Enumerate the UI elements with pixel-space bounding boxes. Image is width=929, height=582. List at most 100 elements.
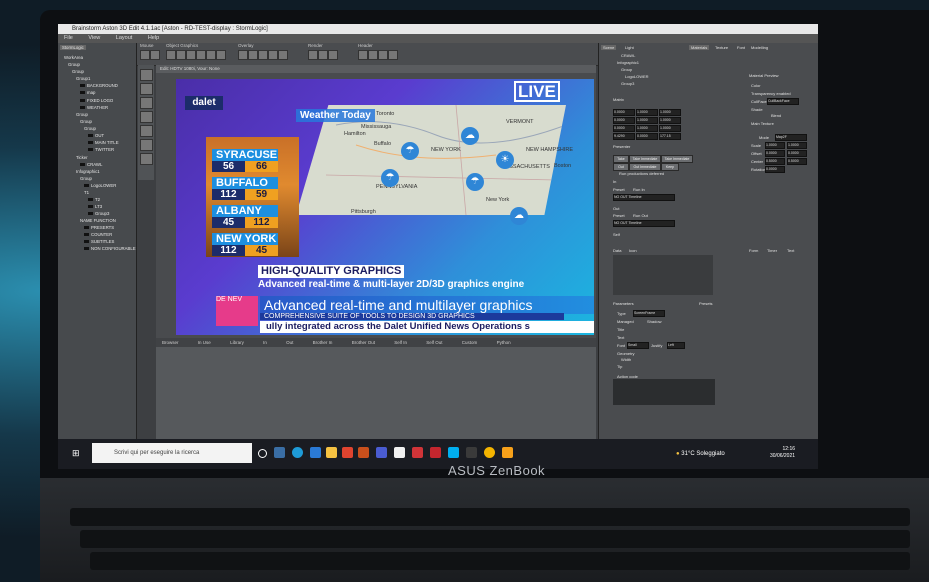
tree-item[interactable]: Ticker (76, 155, 88, 160)
matrix-field[interactable]: 1.0000 (659, 125, 681, 132)
font-select[interactable]: Small (627, 342, 649, 349)
dropbox-icon[interactable] (310, 447, 321, 458)
tab-python[interactable]: Python (497, 340, 511, 345)
tree-item[interactable]: SUBTITLES (84, 239, 114, 244)
tree-item[interactable]: Group (68, 62, 80, 67)
toolbar-button[interactable] (368, 50, 378, 60)
scene-tree-item[interactable]: Group (621, 67, 632, 72)
mode-select[interactable]: Map2F (775, 134, 807, 141)
tree-item[interactable]: WEATHER (80, 105, 108, 110)
tab-out[interactable]: Out (286, 340, 293, 345)
toolbar-button[interactable] (388, 50, 398, 60)
preset-out-select[interactable]: NO OUT Timeline (613, 220, 675, 227)
scene-tree-item[interactable]: Group3 (621, 81, 634, 86)
toolbar-button[interactable] (140, 50, 150, 60)
tab-in-use[interactable]: In Use (198, 340, 211, 345)
tab-light[interactable]: Light (625, 45, 634, 50)
toolbar-button[interactable] (166, 50, 176, 60)
tree-item[interactable]: T2 (88, 197, 100, 202)
toolbar-button[interactable] (258, 50, 268, 60)
cortana-icon[interactable] (258, 449, 267, 458)
tree-item[interactable]: Infographic1 (76, 169, 100, 174)
system-clock[interactable]: 12:16 30/06/2021 (770, 446, 795, 460)
aston-icon[interactable] (502, 447, 513, 458)
tree-item[interactable]: T1 (84, 190, 89, 195)
tree-item[interactable]: LT3 (88, 204, 102, 209)
shadow-checkbox[interactable]: Shadow (647, 319, 661, 324)
skype-icon[interactable] (448, 447, 459, 458)
tab-timer[interactable]: Timer (767, 248, 777, 253)
toolbar-button[interactable] (268, 50, 278, 60)
run-out-button[interactable]: Run Out (633, 213, 648, 218)
data-tab[interactable]: Data (613, 248, 621, 253)
tree-item[interactable]: FIXED LOGO (80, 98, 113, 103)
matrix-field[interactable]: 1.0000 (636, 125, 658, 132)
take-button[interactable]: Take (613, 155, 629, 163)
tree-item[interactable]: Group (76, 112, 88, 117)
tab-library[interactable]: Library (230, 340, 244, 345)
preset-in-select[interactable]: NO OUT Timeline (613, 194, 675, 201)
tree-item[interactable]: TWITTER (88, 147, 114, 152)
data-list[interactable] (613, 255, 713, 295)
tab-self-in[interactable]: Self In (394, 340, 407, 345)
app-icon[interactable] (466, 447, 477, 458)
scale-x-field[interactable]: 1.0000 (765, 142, 785, 149)
tab-materials[interactable]: Materials (689, 45, 710, 50)
managed-checkbox[interactable]: Managed (617, 319, 634, 324)
taskbar-search[interactable]: Scrivi qui per eseguire la ricerca (92, 443, 252, 463)
transparency-checkbox[interactable]: Transparency enabled (751, 91, 791, 96)
tool-button[interactable] (140, 139, 153, 151)
app-icon[interactable] (358, 447, 369, 458)
chrome-icon[interactable] (484, 447, 495, 458)
out-immediate-button[interactable]: Out Immediate (629, 163, 661, 171)
icon-tab[interactable]: Icon (629, 248, 637, 253)
weather-widget[interactable]: ● 31°C Soleggiato (676, 439, 725, 469)
tool-button[interactable] (140, 97, 153, 109)
tab-texture[interactable]: Texture (715, 45, 728, 50)
tree-item[interactable]: Group (84, 126, 96, 131)
tree-item[interactable]: CRAWL (80, 162, 102, 167)
toolbar-button[interactable] (176, 50, 186, 60)
type-select[interactable]: ScreenFrame (633, 310, 665, 317)
tool-button[interactable] (140, 153, 153, 165)
toolbar-button[interactable] (318, 50, 328, 60)
matrix-field[interactable]: 0.0000 (636, 133, 658, 140)
tree-item[interactable]: COUNTER (84, 232, 112, 237)
scale-y-field[interactable]: 1.0000 (787, 142, 807, 149)
tool-button[interactable] (140, 83, 153, 95)
task-view-icon[interactable] (274, 447, 285, 458)
tab-self-out[interactable]: Self Out (426, 340, 442, 345)
tab-form[interactable]: Form (749, 248, 758, 253)
toolbar-button[interactable] (196, 50, 206, 60)
tree-item[interactable]: Group1 (76, 76, 90, 81)
tree-item[interactable]: BACKGROUND (80, 83, 118, 88)
tab-custom[interactable]: Custom (462, 340, 478, 345)
take-immediate-button[interactable]: Take Immediate (629, 155, 661, 163)
tree-item[interactable]: OUT (88, 133, 104, 138)
offset-y-field[interactable]: 0.0000 (787, 150, 807, 157)
tab-brother-in[interactable]: Brother In (313, 340, 333, 345)
rotation-field[interactable]: 0.0000 (765, 166, 785, 173)
matrix-field[interactable]: 0.0000 (613, 125, 635, 132)
tab-in[interactable]: In (263, 340, 267, 345)
tab-scene[interactable]: Scene (601, 45, 617, 50)
tree-item[interactable]: NON CONFIGURABLE (84, 246, 136, 251)
toolbar-button[interactable] (216, 50, 226, 60)
toolbar-button[interactable] (358, 50, 368, 60)
tab-browser[interactable]: Browser (162, 340, 179, 345)
matrix-field[interactable]: 1.0000 (659, 117, 681, 124)
toolbar-button[interactable] (206, 50, 216, 60)
out-button[interactable]: Out (613, 163, 629, 171)
toolbar-button[interactable] (328, 50, 338, 60)
matrix-field[interactable]: 1.0000 (636, 117, 658, 124)
menu-view[interactable]: View (88, 35, 100, 41)
run-in-button[interactable]: Run In (633, 187, 645, 192)
matrix-field[interactable]: 177.15 (659, 133, 681, 140)
file-explorer-icon[interactable] (326, 447, 337, 458)
tool-button[interactable] (140, 111, 153, 123)
tool-button[interactable] (140, 69, 153, 81)
tree-item[interactable]: Group (80, 176, 92, 181)
toolbar-button[interactable] (248, 50, 258, 60)
matrix-field[interactable]: 0.0000 (613, 117, 635, 124)
matrix-field[interactable]: 9.4290 (613, 133, 635, 140)
